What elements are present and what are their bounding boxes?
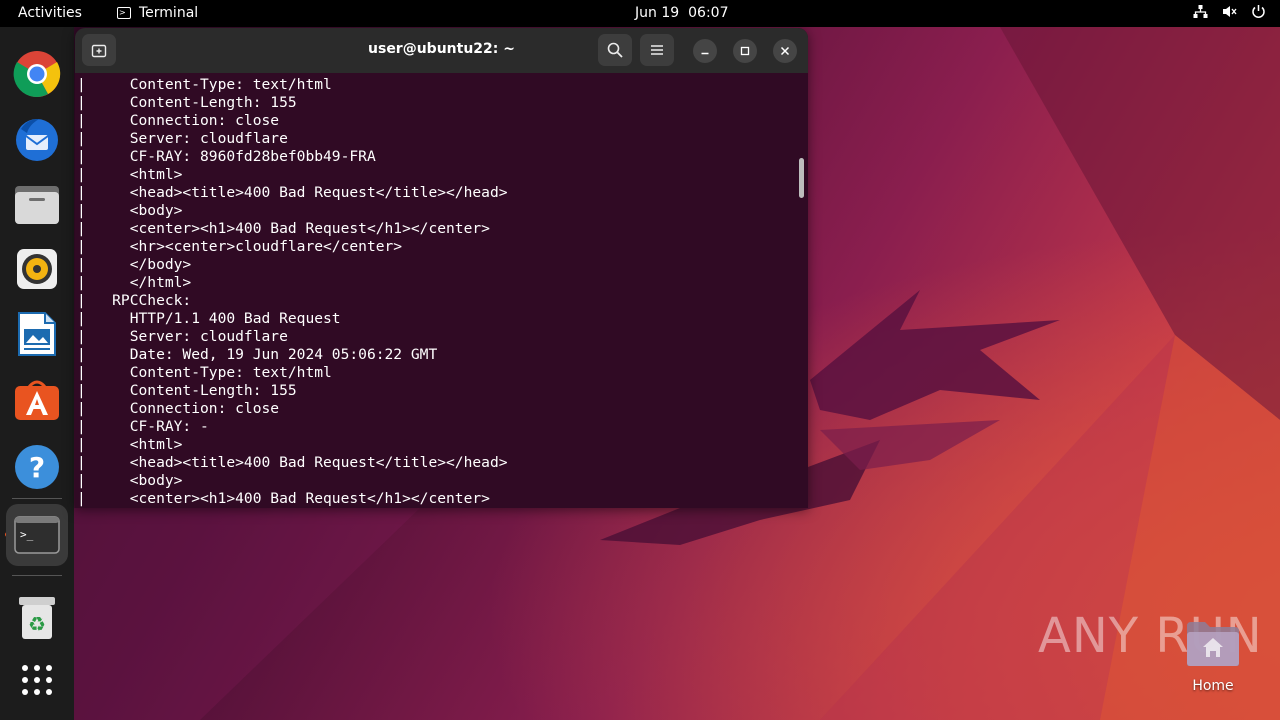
files-icon bbox=[15, 186, 59, 224]
software-icon bbox=[15, 380, 59, 420]
terminal-line: | <head><title>400 Bad Request</title></… bbox=[77, 454, 508, 471]
terminal-line: | </html> bbox=[77, 274, 192, 291]
dock-separator bbox=[12, 575, 62, 576]
dock: ? >_ ♻ bbox=[0, 27, 74, 720]
terminal-line: | <html> bbox=[77, 436, 183, 453]
terminal-line: | Connection: close bbox=[77, 400, 280, 417]
dock-item-help[interactable]: ? bbox=[12, 442, 62, 492]
chrome-icon bbox=[13, 51, 61, 98]
terminal-line: | <html> bbox=[77, 166, 183, 183]
maximize-icon bbox=[740, 46, 750, 56]
close-icon bbox=[780, 46, 790, 56]
menu-button[interactable] bbox=[640, 34, 674, 66]
dock-separator bbox=[12, 498, 62, 499]
terminal-line: | Connection: close bbox=[77, 112, 280, 129]
dock-item-terminal[interactable]: >_ bbox=[6, 504, 68, 566]
clock-time: 06:07 bbox=[688, 5, 729, 21]
apps-grid-icon bbox=[22, 665, 52, 695]
terminal-line: | <head><title>400 Bad Request</title></… bbox=[77, 184, 508, 201]
dock-item-writer[interactable] bbox=[12, 309, 62, 359]
volume-muted-icon[interactable] bbox=[1222, 4, 1237, 23]
dock-item-thunderbird[interactable] bbox=[12, 114, 62, 164]
home-folder-icon bbox=[1187, 622, 1239, 666]
top-bar: Activities > Terminal Jun 19 06:07 bbox=[0, 0, 1280, 27]
terminal-line: | Server: cloudflare bbox=[77, 130, 288, 147]
hamburger-menu-icon bbox=[651, 45, 663, 55]
terminal-line: | RPCCheck: bbox=[77, 292, 192, 309]
terminal-line: | Content-Length: 155 bbox=[77, 94, 297, 111]
search-icon bbox=[607, 42, 623, 58]
terminal-line: | <body> bbox=[77, 472, 183, 489]
terminal-line: | <center><h1>400 Bad Request</h1></cent… bbox=[77, 490, 490, 507]
terminal-window[interactable]: user@ubuntu22: ~ | Content-Type: text/ht… bbox=[75, 28, 808, 508]
power-icon[interactable] bbox=[1251, 4, 1266, 23]
terminal-line: | HTTP/1.1 400 Bad Request bbox=[77, 310, 341, 327]
app-menu-label: Terminal bbox=[139, 5, 199, 21]
dock-item-files[interactable] bbox=[12, 179, 62, 229]
dock-item-show-apps[interactable] bbox=[12, 655, 62, 705]
search-button[interactable] bbox=[598, 34, 632, 66]
rhythmbox-icon bbox=[17, 249, 57, 289]
app-menu-button[interactable]: > Terminal bbox=[117, 5, 198, 21]
dock-item-chrome[interactable] bbox=[12, 49, 62, 99]
writer-icon bbox=[18, 312, 56, 356]
clock-button[interactable]: Jun 19 06:07 bbox=[635, 5, 729, 21]
terminal-titlebar[interactable]: user@ubuntu22: ~ bbox=[75, 28, 808, 73]
minimize-button[interactable] bbox=[693, 39, 717, 63]
svg-text:?: ? bbox=[29, 451, 45, 484]
clock-date: Jun 19 bbox=[635, 5, 680, 21]
svg-text:♻: ♻ bbox=[28, 612, 46, 636]
terminal-icon: >_ bbox=[14, 516, 60, 554]
home-folder-label: Home bbox=[1192, 678, 1234, 694]
terminal-line: | </body> bbox=[77, 256, 192, 273]
activities-button[interactable]: Activities bbox=[18, 5, 82, 21]
terminal-line: | CF-RAY: - bbox=[77, 418, 209, 435]
terminal-line: | Content-Type: text/html bbox=[77, 364, 332, 381]
terminal-line: | <hr><center>cloudflare</center> bbox=[77, 238, 403, 255]
home-folder-desktop-icon[interactable] bbox=[1185, 620, 1241, 668]
terminal-line: | <center><h1>400 Bad Request</h1></cent… bbox=[77, 220, 490, 237]
dock-item-rhythmbox[interactable] bbox=[12, 244, 62, 294]
thunderbird-icon bbox=[16, 119, 58, 161]
minimize-icon bbox=[701, 52, 709, 55]
svg-text:>_: >_ bbox=[20, 528, 34, 541]
terminal-output[interactable]: | Content-Type: text/html | Content-Lengt… bbox=[75, 73, 808, 508]
terminal-lines: | Content-Type: text/html | Content-Lengt… bbox=[77, 76, 508, 508]
dock-item-software[interactable] bbox=[12, 374, 62, 424]
maximize-button[interactable] bbox=[733, 39, 757, 63]
help-icon: ? bbox=[15, 445, 59, 489]
system-tray[interactable] bbox=[1193, 4, 1266, 23]
terminal-line: | Date: Wed, 19 Jun 2024 05:06:22 GMT bbox=[77, 346, 438, 363]
network-icon[interactable] bbox=[1193, 4, 1208, 23]
terminal-line: | Content-Length: 155 bbox=[77, 382, 297, 399]
terminal-line: | Server: cloudflare bbox=[77, 328, 288, 345]
terminal-small-icon: > bbox=[117, 7, 131, 19]
terminal-line: | CF-RAY: 8960fd28bef0bb49-FRA bbox=[77, 148, 376, 165]
close-button[interactable] bbox=[773, 39, 797, 63]
terminal-scrollbar[interactable] bbox=[799, 158, 804, 198]
trash-icon: ♻ bbox=[19, 597, 55, 639]
terminal-line: | Content-Type: text/html bbox=[77, 76, 332, 93]
dock-item-trash[interactable]: ♻ bbox=[12, 593, 62, 643]
terminal-line: | <body> bbox=[77, 202, 183, 219]
